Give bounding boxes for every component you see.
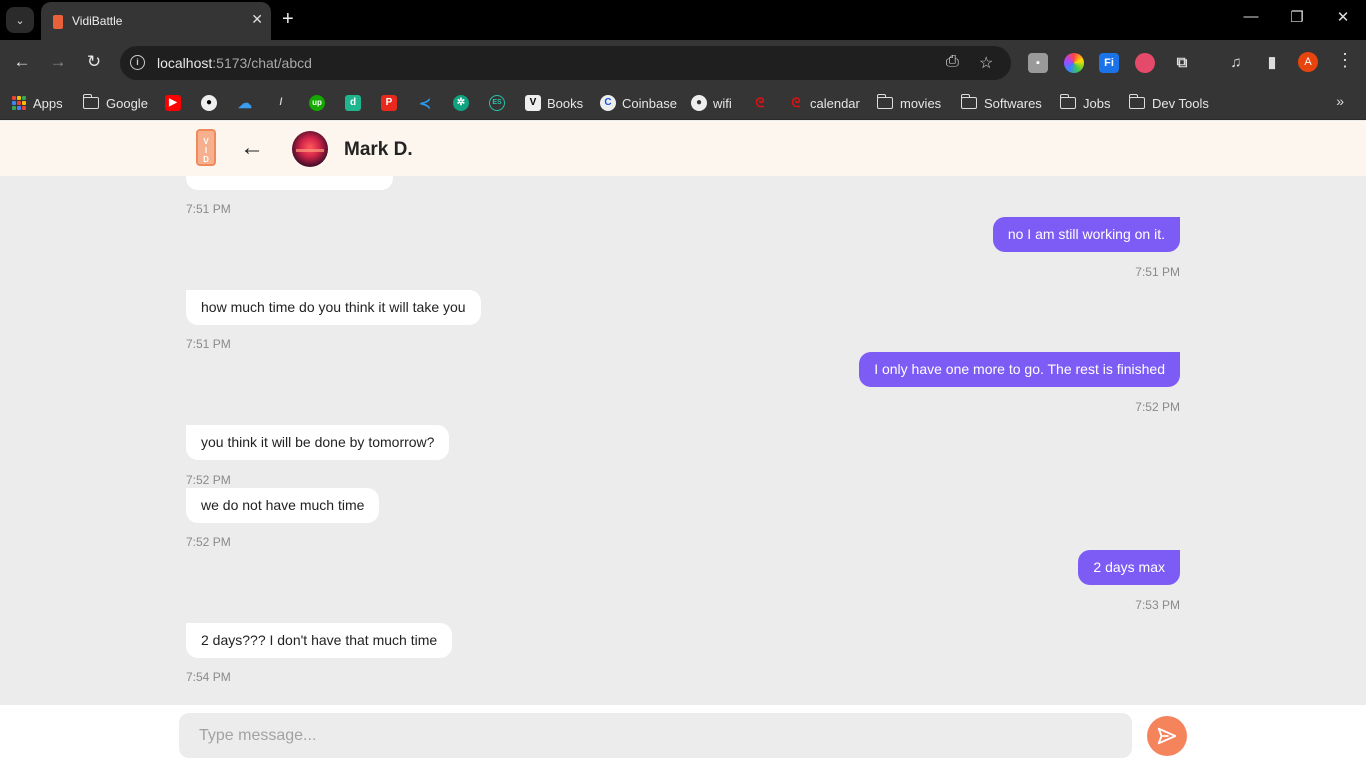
youtube-icon: ▶ bbox=[165, 95, 181, 111]
browser-tab[interactable]: VidiBattle ✕ bbox=[41, 2, 271, 40]
message-bubble-outgoing: I only have one more to go. The rest is … bbox=[859, 352, 1180, 387]
browser-tab-bar: ⌄ VidiBattle ✕ + — ❐ ✕ bbox=[0, 0, 1366, 40]
url-text[interactable]: localhost:5173/chat/abcd bbox=[157, 55, 312, 71]
browser-menu-icon[interactable]: ⋮ bbox=[1336, 50, 1354, 71]
tab-close-icon[interactable]: ✕ bbox=[251, 11, 263, 28]
bookmark-google[interactable]: Google bbox=[82, 93, 148, 113]
globe-icon: ● bbox=[691, 95, 707, 111]
producthunt-bookmark[interactable]: P bbox=[381, 93, 403, 113]
install-app-icon[interactable]: ⎙ bbox=[946, 53, 959, 71]
message-bubble-incoming bbox=[186, 176, 393, 190]
color-picker-extension-icon[interactable] bbox=[1064, 53, 1084, 73]
bookmark-coinbase[interactable]: C Coinbase bbox=[600, 93, 677, 113]
bookmark-dev-tools[interactable]: Dev Tools bbox=[1128, 93, 1209, 113]
books-v-icon: V bbox=[525, 95, 541, 111]
message-input[interactable] bbox=[179, 713, 1132, 758]
address-bar[interactable]: i localhost:5173/chat/abcd ⎙ ☆ bbox=[120, 46, 1011, 80]
message-bubble-outgoing: no I am still working on it. bbox=[992, 217, 1180, 252]
message-time: 7:52 PM bbox=[1135, 400, 1180, 414]
message-bubble-incoming: 2 days??? I don't have that much time bbox=[186, 623, 453, 658]
message-time: 7:54 PM bbox=[186, 670, 231, 684]
site-info-icon[interactable]: i bbox=[130, 55, 145, 70]
folder-icon bbox=[1128, 94, 1145, 109]
bookmark-wifi[interactable]: ● wifi bbox=[691, 93, 732, 113]
feather-icon: / bbox=[279, 97, 283, 108]
message-time: 7:51 PM bbox=[186, 202, 231, 216]
github-icon: ● bbox=[201, 95, 217, 111]
bookmark-apps[interactable]: Apps bbox=[12, 93, 63, 113]
red-swirl-icon: ᘓ bbox=[755, 95, 765, 110]
extensions-puzzle-icon[interactable]: ⧉ bbox=[1172, 53, 1192, 73]
bookmarks-bar: Apps Google ▶ ● ☁ / up d P ≺ ✲ ES V Book… bbox=[0, 86, 1366, 120]
chatgpt-bookmark[interactable]: ✲ bbox=[453, 93, 475, 113]
p-app-icon: P bbox=[381, 95, 397, 111]
send-button[interactable] bbox=[1147, 716, 1187, 756]
chatgpt-icon: ✲ bbox=[453, 95, 469, 111]
red-bookmark[interactable]: ᘓ bbox=[752, 93, 774, 113]
tab-title: VidiBattle bbox=[72, 14, 123, 28]
side-panel-icon[interactable]: ▮ bbox=[1262, 53, 1282, 73]
folder-icon bbox=[960, 94, 977, 109]
back-icon[interactable]: ← bbox=[10, 52, 34, 72]
bookmark-calendar[interactable]: ᘓ calendar bbox=[788, 93, 859, 113]
chat-header: VID ← Mark D. bbox=[0, 121, 1366, 176]
bookmark-softwares[interactable]: Softwares bbox=[960, 93, 1042, 113]
globe-bookmark[interactable]: ES bbox=[489, 93, 511, 113]
d-bookmark[interactable]: d bbox=[345, 93, 367, 113]
close-window-icon[interactable]: ✕ bbox=[1320, 8, 1366, 26]
more-bookmarks-icon[interactable]: » bbox=[1336, 93, 1344, 109]
vscode-icon: ≺ bbox=[419, 95, 431, 111]
vscode-bookmark[interactable]: ≺ bbox=[417, 93, 439, 113]
bookmark-books[interactable]: V Books bbox=[525, 93, 583, 113]
bookmark-jobs[interactable]: Jobs bbox=[1059, 93, 1110, 113]
tab-search-chevron-icon[interactable]: ⌄ bbox=[6, 7, 34, 33]
message-composer bbox=[0, 705, 1366, 768]
youtube-bookmark[interactable]: ▶ bbox=[165, 93, 187, 113]
minimize-window-icon[interactable]: — bbox=[1228, 8, 1274, 25]
restore-window-icon[interactable]: ❐ bbox=[1274, 8, 1320, 26]
message-bubble-outgoing: 2 days max bbox=[1078, 550, 1180, 585]
reload-icon[interactable]: ↻ bbox=[82, 52, 106, 72]
d-app-icon: d bbox=[345, 95, 361, 111]
vidibattle-logo[interactable]: VID bbox=[196, 129, 216, 166]
feather-bookmark[interactable]: / bbox=[273, 93, 295, 113]
extension-1-icon[interactable]: ▪ bbox=[1028, 53, 1048, 73]
upwork-bookmark[interactable]: up bbox=[309, 93, 331, 113]
contact-avatar[interactable] bbox=[292, 131, 328, 167]
send-icon bbox=[1157, 727, 1177, 745]
chat-messages[interactable]: 7:51 PM no I am still working on it. 7:5… bbox=[0, 176, 1366, 705]
profile-avatar[interactable]: A bbox=[1298, 52, 1318, 72]
message-time: 7:53 PM bbox=[1135, 598, 1180, 612]
new-tab-plus-icon[interactable]: + bbox=[282, 7, 294, 31]
folder-icon bbox=[82, 94, 99, 109]
media-control-icon[interactable]: ♫ bbox=[1226, 53, 1246, 73]
forward-icon[interactable]: → bbox=[46, 52, 70, 72]
message-bubble-incoming: we do not have much time bbox=[186, 488, 380, 523]
bookmark-star-icon[interactable]: ☆ bbox=[979, 53, 993, 73]
upwork-icon: up bbox=[309, 95, 325, 111]
calendar-swirl-icon: ᘓ bbox=[791, 95, 801, 110]
apps-grid-icon bbox=[12, 96, 26, 110]
message-time: 7:52 PM bbox=[186, 535, 231, 549]
vidibattle-favicon-icon bbox=[53, 15, 63, 29]
contact-name: Mark D. bbox=[344, 139, 413, 160]
message-time: 7:51 PM bbox=[186, 337, 231, 351]
globe-app-icon: ES bbox=[489, 95, 505, 111]
extension-fi-icon[interactable]: Fi bbox=[1099, 53, 1119, 73]
back-arrow-icon[interactable]: ← bbox=[240, 134, 264, 162]
message-bubble-incoming: you think it will be done by tomorrow? bbox=[186, 425, 450, 460]
folder-icon bbox=[876, 94, 893, 109]
bookmark-movies[interactable]: movies bbox=[876, 93, 941, 113]
onedrive-cloud-icon: ☁ bbox=[238, 95, 252, 111]
extension-4-icon[interactable] bbox=[1135, 53, 1155, 73]
message-time: 7:52 PM bbox=[186, 473, 231, 487]
github-bookmark[interactable]: ● bbox=[201, 93, 223, 113]
browser-toolbar: ← → ↻ i localhost:5173/chat/abcd ⎙ ☆ ▪ F… bbox=[0, 40, 1366, 86]
coinbase-icon: C bbox=[600, 95, 616, 111]
onedrive-bookmark[interactable]: ☁ bbox=[237, 93, 259, 113]
folder-icon bbox=[1059, 94, 1076, 109]
message-time: 7:51 PM bbox=[1135, 265, 1180, 279]
message-bubble-incoming: how much time do you think it will take … bbox=[186, 290, 481, 325]
